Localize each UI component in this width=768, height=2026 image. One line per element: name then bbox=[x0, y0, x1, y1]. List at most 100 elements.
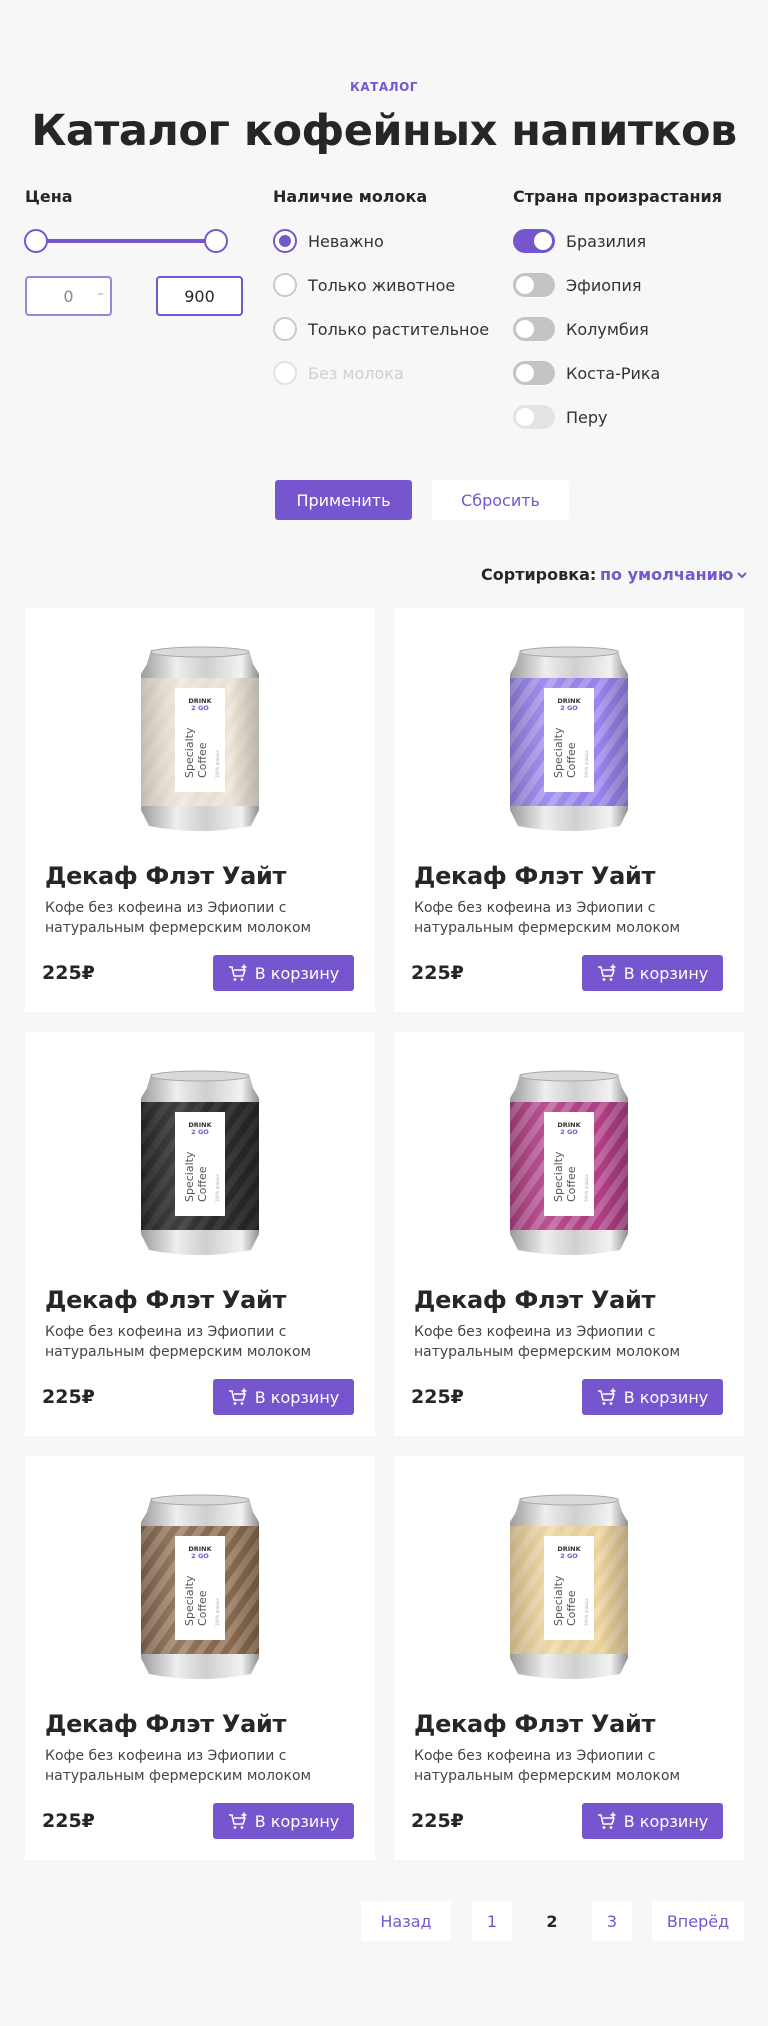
country-option[interactable]: Перу bbox=[513, 405, 608, 429]
radio-button[interactable] bbox=[273, 317, 297, 341]
radio-button[interactable] bbox=[273, 229, 297, 253]
svg-text:2 GO: 2 GO bbox=[560, 1128, 578, 1136]
country-option-label: Колумбия bbox=[566, 319, 649, 339]
product-price: 225₽ bbox=[42, 962, 95, 984]
svg-text:Coffee: Coffee bbox=[565, 1166, 578, 1202]
cart-add-icon bbox=[597, 964, 616, 981]
price-max-input[interactable] bbox=[156, 276, 243, 316]
product-card[interactable]: DRINK 2 GO Specialty Coffee 100% arabica… bbox=[394, 608, 744, 1012]
product-card[interactable]: DRINK 2 GO Specialty Coffee 100% arabica… bbox=[394, 1032, 744, 1436]
milk-option-label: Без молока bbox=[308, 363, 404, 383]
add-to-cart-button[interactable]: В корзину bbox=[213, 1803, 354, 1839]
price-slider-max-thumb[interactable] bbox=[204, 229, 228, 253]
toggle-switch[interactable] bbox=[513, 229, 555, 253]
svg-text:Coffee: Coffee bbox=[196, 1166, 209, 1202]
country-filter-heading: Страна произрастания bbox=[513, 187, 723, 206]
product-card[interactable]: DRINK 2 GO Specialty Coffee 100% arabica… bbox=[25, 1456, 375, 1860]
add-to-cart-label: В корзину bbox=[623, 1387, 709, 1407]
toggle-switch[interactable] bbox=[513, 405, 555, 429]
product-title[interactable]: Декаф Флэт Уайт bbox=[45, 1710, 286, 1738]
svg-text:Specialty: Specialty bbox=[183, 1575, 196, 1626]
add-to-cart-button[interactable]: В корзину bbox=[213, 1379, 354, 1415]
country-option-label: Коста-Рика bbox=[566, 363, 661, 383]
milk-option-label: Только животное bbox=[308, 275, 456, 295]
add-to-cart-button[interactable]: В корзину bbox=[582, 955, 723, 991]
coffee-can-image: DRINK 2 GO Specialty Coffee 100% arabica bbox=[141, 1494, 259, 1679]
product-price: 225₽ bbox=[411, 962, 464, 984]
country-option[interactable]: Колумбия bbox=[513, 317, 649, 341]
apply-filters-button[interactable]: Применить bbox=[275, 480, 412, 520]
cart-add-icon bbox=[228, 1388, 247, 1405]
chevron-down-icon bbox=[737, 571, 748, 578]
product-description: Кофе без кофеина из Эфиопии с натуральны… bbox=[45, 1748, 312, 1784]
svg-text:2 GO: 2 GO bbox=[191, 704, 209, 712]
toggle-switch[interactable] bbox=[513, 317, 555, 341]
product-card[interactable]: DRINK 2 GO Specialty Coffee 100% arabica… bbox=[25, 1032, 375, 1436]
sort-dropdown[interactable]: по умолчанию bbox=[600, 565, 748, 584]
svg-text:Specialty: Specialty bbox=[552, 1575, 565, 1626]
country-option-label: Эфиопия bbox=[566, 275, 642, 295]
country-option-label: Перу bbox=[566, 407, 608, 427]
pagination-page-button[interactable]: 1 bbox=[472, 1901, 512, 1941]
pagination-next-button[interactable]: Вперёд bbox=[652, 1901, 744, 1941]
add-to-cart-label: В корзину bbox=[254, 963, 340, 983]
product-title[interactable]: Декаф Флэт Уайт bbox=[414, 1286, 655, 1314]
price-slider-track[interactable] bbox=[36, 239, 216, 243]
add-to-cart-button[interactable]: В корзину bbox=[213, 955, 354, 991]
price-filter-heading: Цена bbox=[25, 187, 73, 206]
cart-add-icon bbox=[228, 1812, 247, 1829]
product-title[interactable]: Декаф Флэт Уайт bbox=[45, 1286, 286, 1314]
product-card[interactable]: DRINK 2 GO Specialty Coffee 100% arabica… bbox=[25, 608, 375, 1012]
country-option[interactable]: Эфиопия bbox=[513, 273, 642, 297]
svg-text:Coffee: Coffee bbox=[565, 742, 578, 778]
cart-add-icon bbox=[228, 964, 247, 981]
product-title[interactable]: Декаф Флэт Уайт bbox=[414, 862, 655, 890]
add-to-cart-label: В корзину bbox=[623, 1811, 709, 1831]
product-title[interactable]: Декаф Флэт Уайт bbox=[45, 862, 286, 890]
price-slider-min-thumb[interactable] bbox=[24, 229, 48, 253]
price-range-dash: – bbox=[97, 286, 104, 302]
pagination-prev-button[interactable]: Назад bbox=[361, 1901, 451, 1941]
svg-text:Coffee: Coffee bbox=[565, 1590, 578, 1626]
add-to-cart-button[interactable]: В корзину bbox=[582, 1379, 723, 1415]
milk-option-label: Только растительное bbox=[308, 319, 490, 339]
product-card[interactable]: DRINK 2 GO Specialty Coffee 100% arabica… bbox=[394, 1456, 744, 1860]
milk-filter-heading: Наличие молока bbox=[273, 187, 428, 206]
product-description: Кофе без кофеина из Эфиопии с натуральны… bbox=[45, 1324, 312, 1360]
coffee-can-image: DRINK 2 GO Specialty Coffee 100% arabica bbox=[510, 1494, 628, 1679]
svg-text:100% arabica: 100% arabica bbox=[584, 750, 589, 778]
product-title[interactable]: Декаф Флэт Уайт bbox=[414, 1710, 655, 1738]
coffee-can-image: DRINK 2 GO Specialty Coffee 100% arabica bbox=[141, 1070, 259, 1255]
milk-option[interactable]: Только животное bbox=[273, 273, 455, 297]
product-description: Кофе без кофеина из Эфиопии с натуральны… bbox=[414, 900, 681, 936]
milk-option[interactable]: Неважно bbox=[273, 229, 384, 253]
svg-text:Specialty: Specialty bbox=[552, 727, 565, 778]
milk-option[interactable]: Только растительное bbox=[273, 317, 489, 341]
pagination-page-button[interactable]: 3 bbox=[592, 1901, 632, 1941]
svg-text:100% arabica: 100% arabica bbox=[215, 1598, 220, 1626]
coffee-can-image: DRINK 2 GO Specialty Coffee 100% arabica bbox=[510, 1070, 628, 1255]
reset-filters-button[interactable]: Сбросить bbox=[432, 480, 569, 520]
toggle-switch[interactable] bbox=[513, 361, 555, 385]
svg-text:2 GO: 2 GO bbox=[191, 1128, 209, 1136]
radio-button bbox=[273, 361, 297, 385]
country-option[interactable]: Бразилия bbox=[513, 229, 646, 253]
toggle-switch[interactable] bbox=[513, 273, 555, 297]
radio-button[interactable] bbox=[273, 273, 297, 297]
sort-label: Сортировка: bbox=[481, 565, 597, 584]
milk-option: Без молока bbox=[273, 361, 404, 385]
svg-text:2 GO: 2 GO bbox=[191, 1552, 209, 1560]
product-description: Кофе без кофеина из Эфиопии с натуральны… bbox=[414, 1748, 681, 1784]
coffee-can-image: DRINK 2 GO Specialty Coffee 100% arabica bbox=[510, 646, 628, 831]
sort-value: по умолчанию bbox=[600, 565, 734, 584]
svg-text:2 GO: 2 GO bbox=[560, 704, 578, 712]
pagination-current-page[interactable]: 2 bbox=[532, 1901, 572, 1941]
product-price: 225₽ bbox=[42, 1810, 95, 1832]
country-option[interactable]: Коста-Рика bbox=[513, 361, 660, 385]
svg-text:100% arabica: 100% arabica bbox=[584, 1598, 589, 1626]
cart-add-icon bbox=[597, 1812, 616, 1829]
product-price: 225₽ bbox=[411, 1386, 464, 1408]
add-to-cart-button[interactable]: В корзину bbox=[582, 1803, 723, 1839]
svg-text:100% arabica: 100% arabica bbox=[215, 1174, 220, 1202]
cart-add-icon bbox=[597, 1388, 616, 1405]
